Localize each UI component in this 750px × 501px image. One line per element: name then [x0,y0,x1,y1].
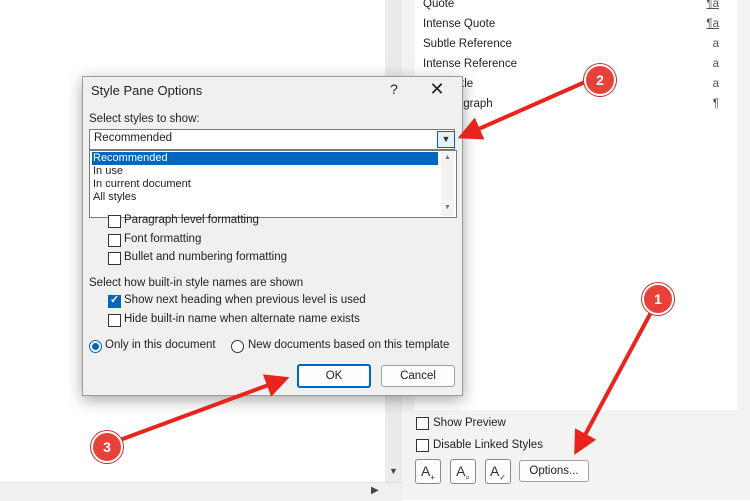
callout-badge: 3 [91,431,123,463]
arrow-to-dropdown [457,80,586,140]
callout-badge: 2 [584,64,616,96]
annotation-arrows [119,80,657,456]
arrow-to-ok [119,374,290,442]
arrow-to-options [574,304,657,456]
callout-badge: 1 [642,283,674,315]
